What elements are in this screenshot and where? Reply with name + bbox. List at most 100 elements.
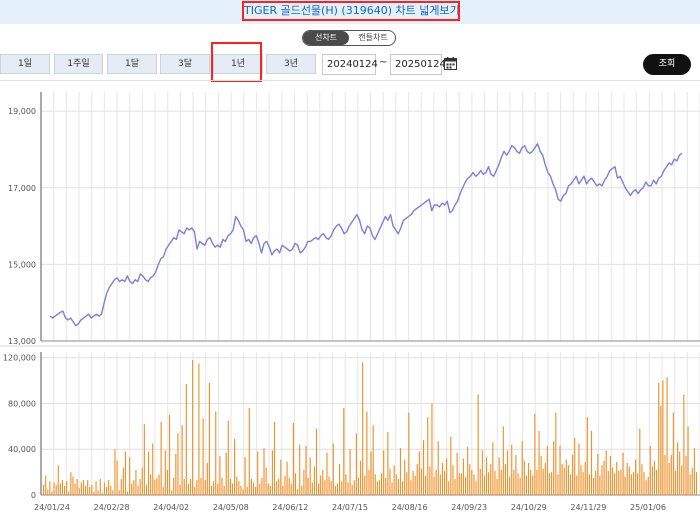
volume-bar [681, 465, 683, 495]
period-button-1m[interactable]: 1달 [107, 54, 157, 74]
volume-bar [147, 451, 150, 495]
volume-bar [177, 433, 179, 495]
volume-bar [462, 458, 465, 495]
volume-bar [532, 475, 534, 495]
volume-bar [689, 474, 691, 495]
volume-bar [219, 456, 221, 495]
volume-bar [548, 473, 551, 495]
volume-bar [265, 467, 267, 495]
volume-bar [273, 421, 276, 495]
volume-bar [521, 441, 523, 495]
volume-bar [47, 489, 49, 495]
volume-bar [368, 469, 370, 495]
volume-bar [234, 438, 236, 495]
volume-bar [173, 477, 175, 495]
volume-bar [305, 445, 307, 495]
volume-bar [238, 481, 240, 495]
calendar-icon[interactable] [444, 57, 457, 70]
volume-bar [217, 483, 219, 495]
volume-bar [154, 480, 156, 495]
chart-type-toggle[interactable]: 선차트 캔들차트 [302, 30, 396, 46]
volume-bar [473, 474, 475, 495]
period-button-3y[interactable]: 3년 [266, 54, 316, 74]
volume-bar [112, 490, 114, 495]
volume-bar [45, 475, 47, 495]
volume-bar [647, 476, 649, 495]
volume-bar [259, 483, 261, 495]
volume-bar [511, 444, 513, 495]
volume-bar [611, 467, 614, 495]
volume-bar [278, 478, 280, 495]
volume-bar [551, 472, 553, 495]
volume-bar [479, 468, 481, 495]
volume-bar [498, 457, 500, 495]
period-button-1w[interactable]: 1주일 [54, 54, 103, 74]
volume-bar [561, 464, 563, 495]
volume-bar [66, 481, 68, 495]
volume-bar [576, 475, 578, 495]
volume-bar [202, 418, 204, 495]
volume-bar [406, 472, 408, 495]
volume-bar [559, 445, 561, 495]
volume-bar [628, 466, 630, 495]
volume-bar [506, 450, 509, 495]
volume-bar [105, 486, 108, 495]
volume-bar [194, 486, 196, 495]
volume-bar [641, 464, 643, 495]
volume-bar [546, 445, 548, 495]
volume-bar [385, 477, 387, 495]
volume-bar [315, 428, 318, 495]
volume-bar [614, 473, 616, 495]
volume-bar [133, 480, 135, 495]
volume-bar [595, 470, 597, 495]
volume-bar [324, 480, 326, 495]
volume-bar [330, 481, 332, 495]
volume-bar [557, 474, 559, 495]
volume-bar [68, 491, 70, 495]
volume-bar [89, 486, 91, 495]
volume-bar [242, 489, 244, 495]
search-button[interactable]: 조회 [643, 54, 691, 75]
volume-bar [114, 449, 116, 495]
volume-bar [527, 462, 530, 495]
price-line [49, 143, 683, 327]
volume-bar [662, 380, 664, 495]
volume-bar [452, 465, 454, 495]
volume-bar [183, 478, 185, 495]
period-button-1d[interactable]: 1일 [0, 54, 50, 74]
volume-bar [448, 481, 450, 495]
volume-bar [404, 459, 406, 495]
volume-bar [252, 482, 255, 495]
volume-bar [626, 462, 628, 495]
volume-bar [502, 426, 504, 495]
volume-bar [525, 475, 527, 495]
volume-bar [303, 469, 305, 495]
volume-bar [429, 466, 431, 495]
volume-bar [347, 482, 349, 495]
volume-bar [599, 475, 601, 495]
volume-bar [574, 437, 576, 495]
volume-bar [313, 466, 315, 495]
volume-bar [43, 484, 45, 495]
volume-bar [292, 422, 294, 495]
candle-chart-option[interactable]: 캔들차트 [351, 31, 395, 45]
volume-bar [156, 477, 158, 495]
volume-bar [299, 444, 301, 495]
volume-bar [284, 475, 286, 495]
volume-bar [192, 360, 194, 495]
volume-bar [622, 452, 624, 495]
volume-bar [471, 469, 473, 495]
volume-bar [496, 478, 498, 495]
start-date-input[interactable]: 20240124 [322, 54, 378, 75]
line-chart-option[interactable]: 선차트 [303, 31, 349, 45]
x-tick-label: 25/01/06 [630, 503, 666, 512]
volume-bar [540, 456, 542, 495]
volume-bar [141, 467, 143, 495]
end-date-input[interactable]: 20250124 [390, 54, 446, 75]
volume-bar [387, 432, 389, 495]
volume-bar [500, 469, 502, 495]
volume-bar [271, 450, 273, 495]
volume-bar [607, 470, 609, 495]
title-bar: TIGER 골드선물(H) (319640) 차트 넓게보기 [0, 0, 700, 24]
period-button-3m[interactable]: 3달 [160, 54, 210, 74]
